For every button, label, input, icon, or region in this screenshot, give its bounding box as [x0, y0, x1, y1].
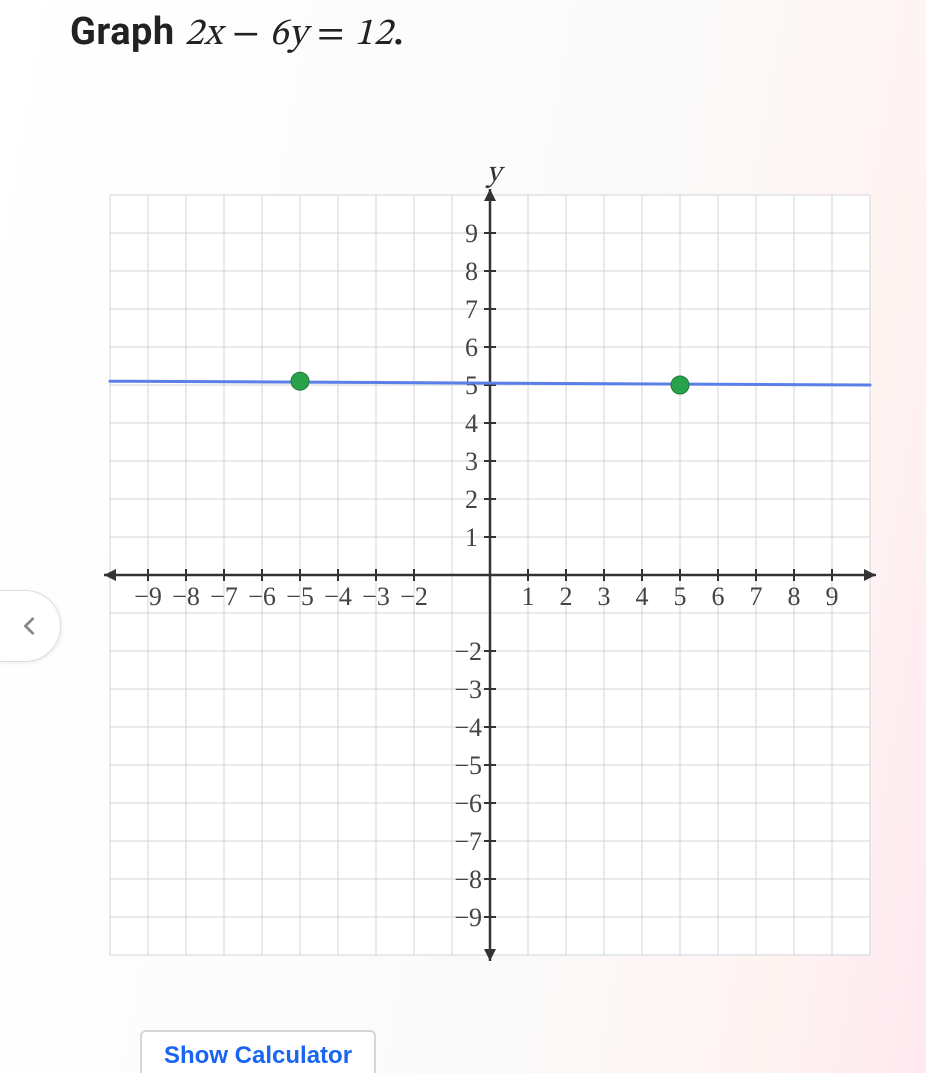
svg-text:5: 5 [465, 371, 478, 400]
svg-text:1: 1 [522, 582, 535, 611]
coordinate-plane[interactable]: −9−8−7−6−5−4−3−2123456789123456789−2−3−4… [90, 165, 890, 1005]
svg-text:−5: −5 [454, 751, 482, 780]
back-button[interactable] [0, 590, 61, 662]
svg-text:2: 2 [560, 582, 573, 611]
svg-text:−7: −7 [454, 827, 482, 856]
control-point-1[interactable] [291, 372, 309, 390]
svg-text:−4: −4 [324, 582, 352, 611]
svg-text:5: 5 [674, 582, 687, 611]
svg-text:−3: −3 [362, 582, 390, 611]
svg-text:−5: −5 [286, 582, 314, 611]
svg-text:−7: −7 [210, 582, 238, 611]
svg-text:6: 6 [712, 582, 725, 611]
svg-text:9: 9 [826, 582, 839, 611]
svg-text:−6: −6 [248, 582, 276, 611]
svg-text:1: 1 [465, 523, 478, 552]
svg-text:−8: −8 [454, 865, 482, 894]
svg-text:9: 9 [465, 219, 478, 248]
control-point-2[interactable] [671, 376, 689, 394]
svg-text:y: y [485, 165, 506, 189]
svg-text:−9: −9 [454, 903, 482, 932]
svg-text:8: 8 [788, 582, 801, 611]
graph-svg: −9−8−7−6−5−4−3−2123456789123456789−2−3−4… [90, 165, 890, 1005]
svg-text:−2: −2 [400, 582, 428, 611]
chevron-left-icon [19, 615, 41, 637]
svg-text:2: 2 [465, 485, 478, 514]
svg-text:−8: −8 [172, 582, 200, 611]
svg-text:7: 7 [750, 582, 763, 611]
show-calculator-button[interactable]: Show Calculator [140, 1030, 376, 1073]
prompt-equation: 2x − 6y = 12 [185, 16, 393, 54]
svg-text:4: 4 [465, 409, 478, 438]
question-prompt: Graph 2x − 6y = 12. [70, 10, 404, 59]
svg-text:−9: −9 [134, 582, 162, 611]
svg-text:4: 4 [636, 582, 649, 611]
svg-text:−2: −2 [454, 637, 482, 666]
svg-text:7: 7 [465, 295, 478, 324]
svg-text:3: 3 [598, 582, 611, 611]
svg-text:8: 8 [465, 257, 478, 286]
svg-text:3: 3 [465, 447, 478, 476]
prompt-period: . [393, 10, 405, 54]
page-root: Graph 2x − 6y = 12. −9−8−7−6−5−4−3−21234… [0, 0, 926, 1073]
svg-text:−4: −4 [454, 713, 482, 742]
prompt-lead: Graph [70, 10, 185, 54]
svg-text:−6: −6 [454, 789, 482, 818]
svg-text:6: 6 [465, 333, 478, 362]
svg-text:−3: −3 [454, 675, 482, 704]
